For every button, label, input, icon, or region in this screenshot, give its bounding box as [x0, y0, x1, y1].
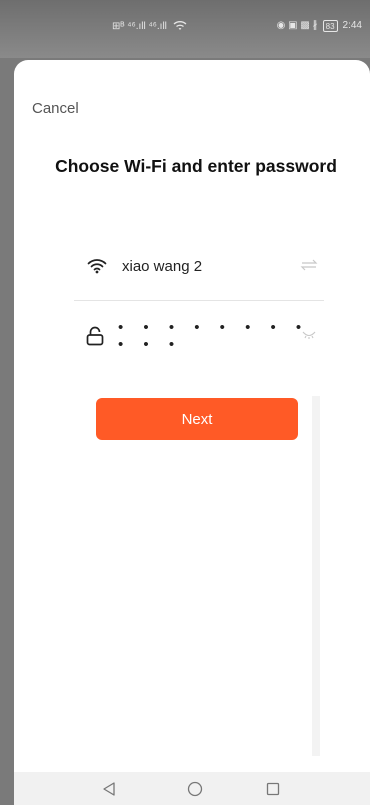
next-button[interactable]: Next [96, 398, 298, 440]
wifi-network-name: xiao wang 2 [122, 257, 203, 275]
password-field[interactable]: • • • • • • • • • • • [118, 319, 318, 353]
swap-icon[interactable] [300, 256, 318, 274]
signal-indicators: ⊞ᴮ ⁴⁶.ıll ⁴⁶.ıll [112, 21, 167, 32]
wifi-config-sheet: Cancel Choose Wi-Fi and enter password x… [14, 60, 370, 772]
system-nav-bar [14, 772, 370, 805]
cancel-button[interactable]: Cancel [32, 100, 79, 117]
battery-icon: 83 [322, 20, 338, 32]
password-row[interactable]: • • • • • • • • • • • [86, 318, 318, 354]
recents-square-icon[interactable] [262, 778, 284, 800]
lock-icon [86, 325, 104, 347]
clock: 2:44 [342, 20, 362, 31]
wifi-status-icon [173, 20, 187, 34]
status-left: ⊞ᴮ ⁴⁶.ıll ⁴⁶.ıll [112, 20, 187, 34]
field-divider [74, 300, 324, 301]
status-icons: ◉ ▣ ▩ ∦ [276, 20, 318, 31]
battery-level: 83 [325, 21, 335, 31]
page-title: Choose Wi-Fi and enter password [55, 156, 337, 176]
home-circle-icon[interactable] [184, 778, 206, 800]
status-right: ◉ ▣ ▩ ∦ 83 2:44 [277, 20, 362, 32]
wifi-icon [86, 255, 108, 277]
status-bar: ⊞ᴮ ⁴⁶.ıll ⁴⁶.ıll ◉ ▣ ▩ ∦ 83 2:44 [0, 0, 370, 58]
scroll-track [312, 396, 320, 756]
wifi-network-row[interactable]: xiao wang 2 [86, 248, 318, 284]
eye-closed-icon[interactable] [300, 326, 318, 344]
back-triangle-icon[interactable] [98, 778, 120, 800]
